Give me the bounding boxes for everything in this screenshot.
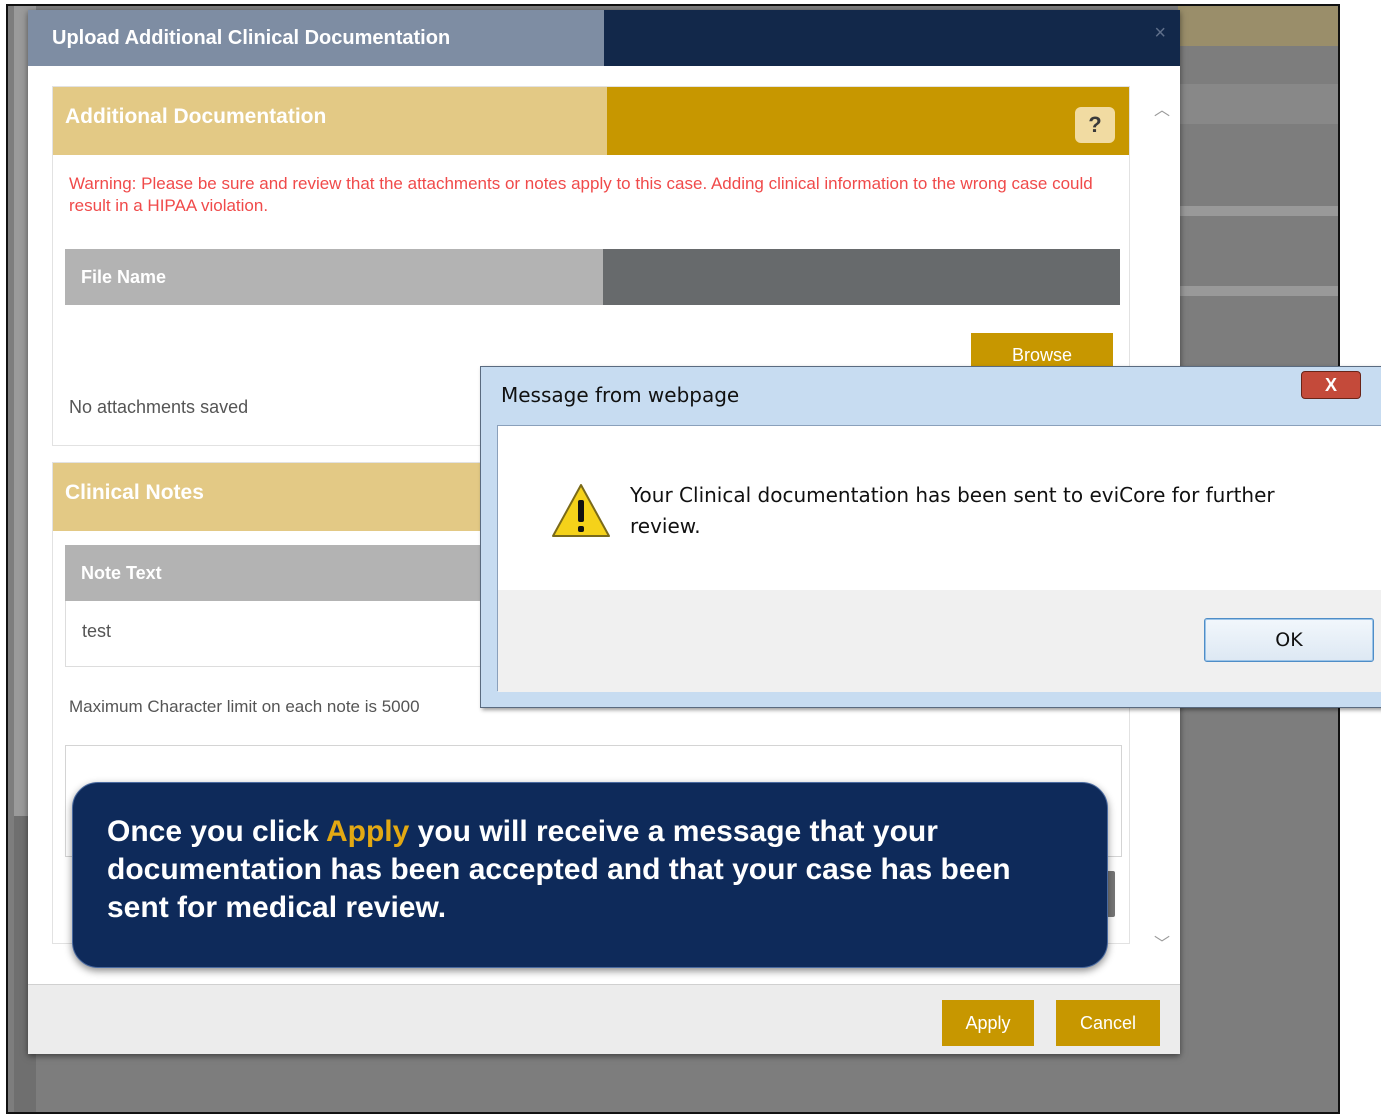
- callout-text-before: Once you click: [107, 815, 326, 848]
- scroll-down-icon[interactable]: ﹀: [1154, 930, 1170, 954]
- dialog-footer: OK: [498, 590, 1381, 692]
- cancel-button[interactable]: Cancel: [1056, 1000, 1160, 1046]
- modal-header: Upload Additional Clinical Documentation…: [28, 10, 1180, 66]
- background-band: [1178, 286, 1338, 296]
- panel-title: Clinical Notes: [65, 481, 204, 504]
- note-text-column: Note Text: [81, 563, 162, 583]
- modal-footer: Apply Cancel: [28, 984, 1180, 1054]
- dialog-title: Message from webpage: [501, 383, 740, 407]
- file-table-header: File Name: [65, 249, 1120, 305]
- panel-header: Additional Documentation ?: [53, 87, 1129, 155]
- callout-text: Once you click Apply you will receive a …: [107, 813, 1067, 927]
- file-name-column: File Name: [81, 267, 167, 287]
- panel-title: Additional Documentation: [65, 105, 327, 128]
- apply-button[interactable]: Apply: [942, 1000, 1034, 1046]
- help-icon[interactable]: ?: [1075, 107, 1115, 143]
- scroll-up-icon[interactable]: ︿: [1154, 96, 1170, 120]
- callout-highlight: Apply: [325, 815, 410, 848]
- no-attachments-text: No attachments saved: [69, 397, 249, 417]
- message-dialog: Message from webpage X Your Clinical doc…: [480, 366, 1381, 708]
- instruction-callout: Once you click Apply you will receive a …: [72, 782, 1108, 968]
- warning-icon: [552, 484, 610, 537]
- close-icon[interactable]: ×: [1154, 22, 1166, 45]
- note-text: test: [82, 621, 112, 641]
- modal-title: Upload Additional Clinical Documentation: [52, 27, 451, 49]
- dialog-close-button[interactable]: X: [1301, 371, 1361, 399]
- character-limit-text: Maximum Character limit on each note is …: [69, 697, 420, 716]
- dialog-content: Your Clinical documentation has been sen…: [497, 425, 1381, 692]
- dialog-message: Your Clinical documentation has been sen…: [630, 483, 1275, 538]
- background-band: [1178, 206, 1338, 216]
- ok-button[interactable]: OK: [1204, 618, 1374, 662]
- background-top-strip: [1178, 6, 1338, 46]
- background-band: [1178, 84, 1338, 124]
- hipaa-warning: Warning: Please be sure and review that …: [69, 174, 1093, 215]
